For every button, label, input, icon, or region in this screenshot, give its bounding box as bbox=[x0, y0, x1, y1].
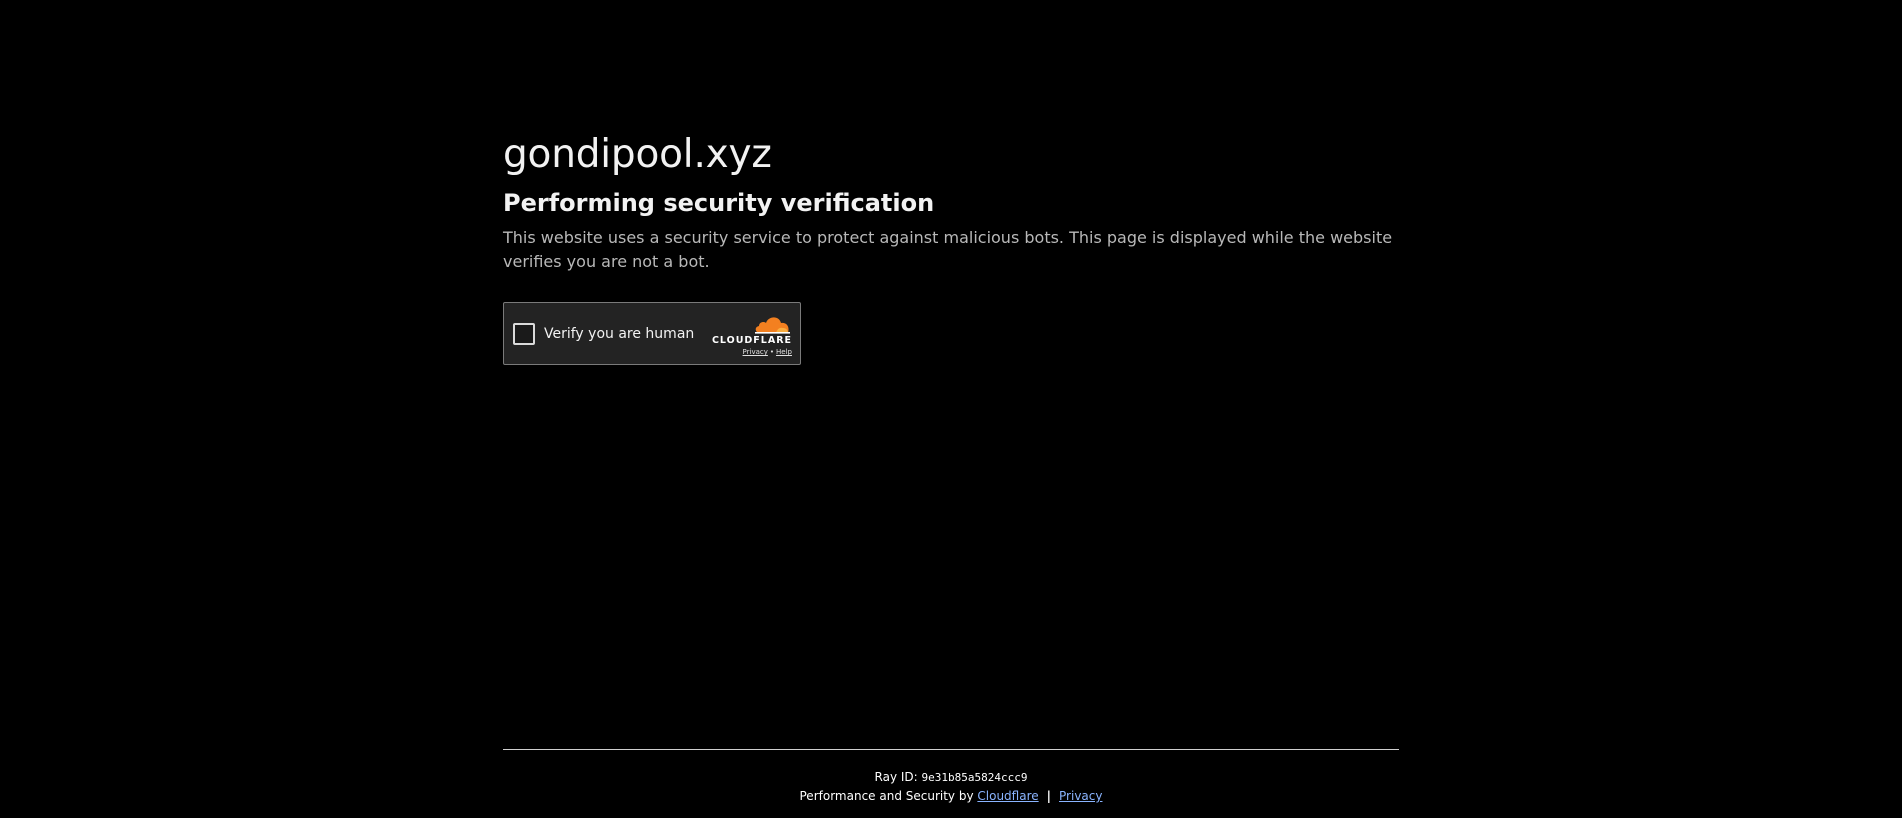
verification-description: This website uses a security service to … bbox=[503, 228, 1393, 271]
cloudflare-logo-text: CLOUDFLARE bbox=[711, 335, 792, 346]
performance-text: Performance and Security by bbox=[799, 789, 974, 803]
cloudflare-brand: CLOUDFLARE Privacy • Help bbox=[712, 313, 792, 357]
footer-privacy-link[interactable]: Privacy bbox=[1059, 789, 1102, 803]
verify-label: Verify you are human bbox=[544, 326, 695, 342]
widget-link-separator: • bbox=[769, 348, 775, 356]
widget-links: Privacy • Help bbox=[743, 348, 792, 357]
footer-content: Ray ID: 9e31b85a5824ccc9 Performance and… bbox=[503, 750, 1399, 806]
ray-id-label: Ray ID: bbox=[874, 770, 918, 784]
ray-id-line: Ray ID: 9e31b85a5824ccc9 bbox=[503, 768, 1399, 787]
verification-heading: Performing security verification bbox=[503, 189, 935, 217]
footer-divider: | bbox=[1046, 789, 1052, 803]
main-content: gondipool.xyz Performing security verifi… bbox=[503, 128, 1399, 365]
widget-help-link[interactable]: Help bbox=[776, 348, 792, 356]
verify-checkbox[interactable] bbox=[513, 323, 535, 345]
turnstile-widget: Verify you are human CLOUDFLARE Privacy •… bbox=[503, 302, 801, 365]
widget-privacy-link[interactable]: Privacy bbox=[743, 348, 768, 356]
cloudflare-link[interactable]: Cloudflare bbox=[977, 789, 1038, 803]
cloudflare-cloud-icon bbox=[755, 317, 790, 334]
challenge-page: gondipool.xyz Performing security verifi… bbox=[0, 0, 1902, 818]
site-domain-title: gondipool.xyz bbox=[503, 132, 772, 177]
footer: Ray ID: 9e31b85a5824ccc9 Performance and… bbox=[503, 749, 1399, 806]
ray-id-value: 9e31b85a5824ccc9 bbox=[921, 771, 1028, 784]
